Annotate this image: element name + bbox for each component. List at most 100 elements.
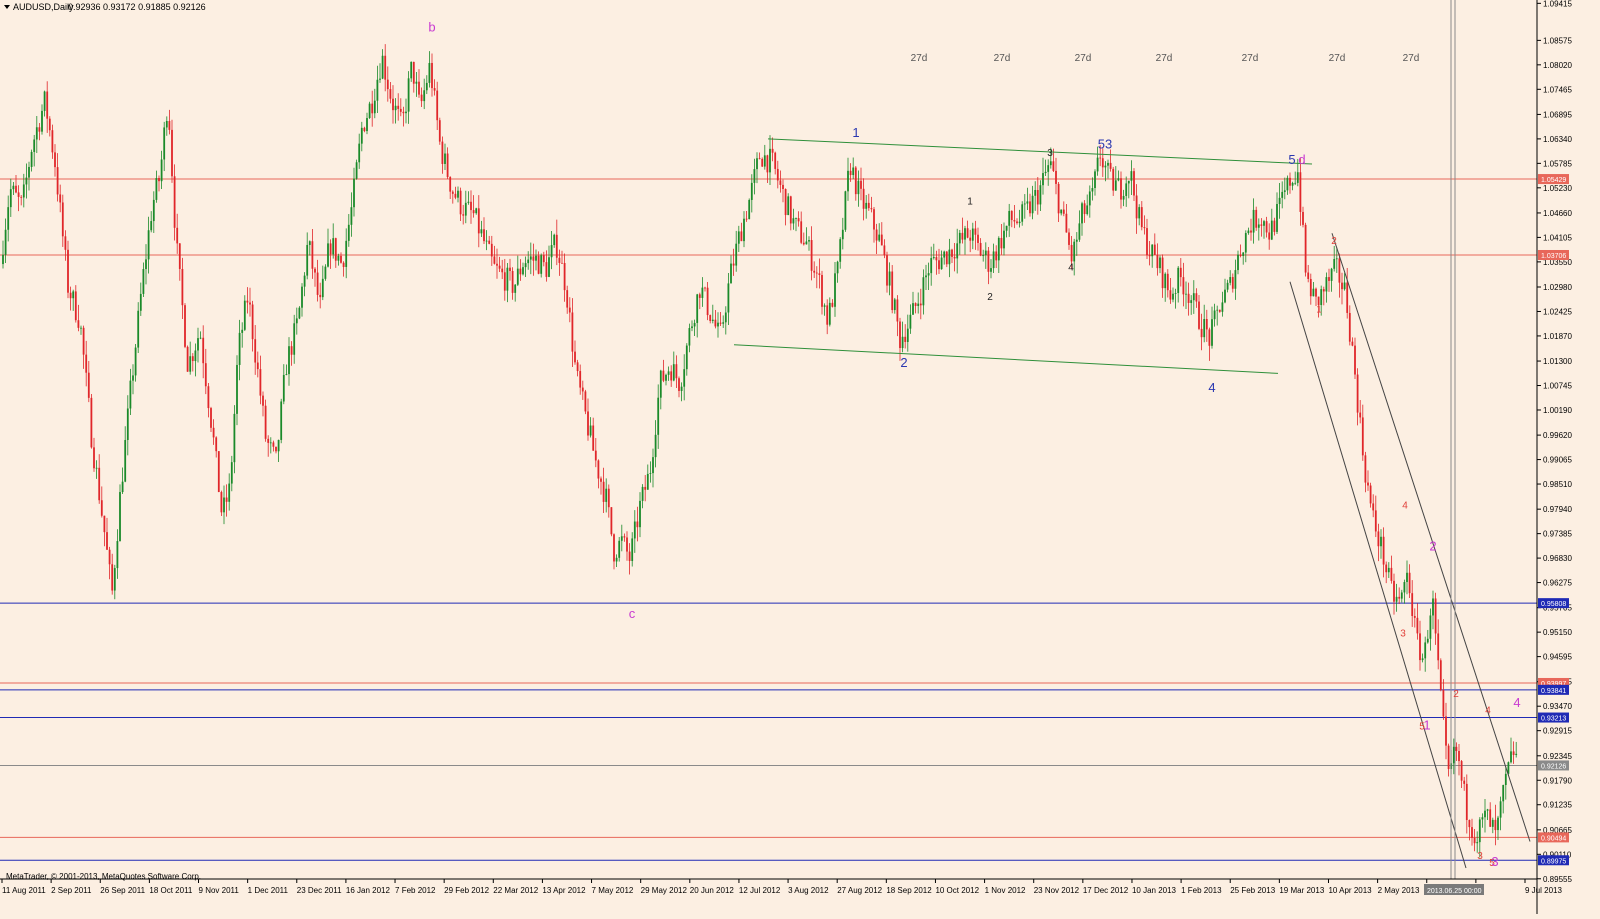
candle-bearish — [1468, 820, 1471, 828]
wave-label: 3 — [1477, 851, 1483, 862]
candle-bearish — [607, 488, 610, 508]
candle-bearish — [1341, 282, 1343, 290]
y-tick-label: 1.01300 — [1543, 357, 1572, 366]
candle-bullish — [288, 346, 290, 375]
candle-bearish — [644, 486, 647, 490]
candle-bearish — [719, 322, 722, 324]
candle-bullish — [735, 243, 738, 266]
x-tick-label: 29 May 2012 — [641, 886, 688, 895]
wave-label: 4 — [1513, 695, 1520, 710]
candle-bullish — [2, 254, 4, 265]
candle-bearish — [168, 121, 171, 130]
candle-bullish — [1049, 161, 1052, 166]
candle-bullish — [1252, 209, 1255, 233]
candle-bearish — [436, 90, 439, 121]
y-tick-label: 0.99065 — [1543, 456, 1572, 465]
candle-bullish — [376, 79, 379, 101]
candle-bearish — [802, 242, 805, 245]
candle-bullish — [366, 118, 368, 132]
candle-bearish — [987, 250, 990, 272]
candle-bearish — [782, 184, 784, 190]
candle-bullish — [121, 481, 124, 493]
candle-bearish — [1133, 171, 1135, 196]
candle-bearish — [420, 94, 423, 102]
candle-bearish — [262, 395, 264, 406]
candle-bullish — [35, 127, 38, 140]
wave-label: 3 — [1047, 148, 1053, 159]
x-tick-label: 7 Feb 2012 — [395, 886, 436, 895]
candle-bearish — [706, 287, 709, 316]
candle-bearish — [779, 180, 782, 185]
candle-bearish — [771, 148, 774, 153]
candle-bullish — [1224, 289, 1226, 303]
candle-bullish — [269, 442, 272, 444]
candle-bearish — [77, 320, 80, 328]
candle-bearish — [275, 446, 277, 452]
candle-bullish — [1343, 282, 1346, 290]
candle-bearish — [477, 208, 480, 234]
cycle-label: 27d — [1403, 53, 1420, 64]
candle-bearish — [1442, 690, 1445, 717]
candle-bullish — [467, 201, 470, 203]
candle-bearish — [384, 55, 387, 80]
candle-bearish — [610, 507, 613, 535]
x-tick-label: 9 Nov 2011 — [199, 886, 240, 895]
candle-bearish — [67, 249, 69, 293]
candle-bearish — [574, 351, 576, 363]
candle-bullish — [857, 180, 860, 195]
x-tick-label: 22 Mar 2012 — [493, 886, 538, 895]
wave-label: 3 — [1400, 629, 1406, 640]
candle-bullish — [301, 286, 303, 308]
candle-bearish — [85, 354, 88, 373]
candle-bullish — [997, 237, 1000, 261]
candle-bullish — [1499, 801, 1502, 818]
candle-bullish — [1034, 189, 1037, 196]
candle-bearish — [662, 370, 665, 381]
price-tag-label: 0.89975 — [1541, 858, 1566, 865]
candle-bullish — [1452, 746, 1455, 764]
candle-bearish — [176, 227, 179, 244]
candle-bullish — [724, 312, 727, 323]
wave-label: b — [428, 19, 435, 34]
candle-bearish — [246, 300, 249, 303]
wave-label: 2 — [900, 355, 907, 370]
candle-bullish — [1107, 162, 1109, 166]
candle-bullish — [1213, 310, 1216, 320]
x-tick-label: 25 Feb 2013 — [1230, 886, 1275, 895]
price-tag-label: 0.95808 — [1541, 601, 1566, 608]
candle-bullish — [282, 374, 285, 402]
candle-bullish — [1122, 195, 1125, 200]
candle-bullish — [930, 258, 933, 274]
candle-bearish — [1265, 221, 1268, 233]
candle-bearish — [1390, 567, 1393, 581]
candle-bearish — [181, 268, 184, 306]
candle-bullish — [1257, 224, 1260, 228]
candle-bullish — [306, 244, 309, 276]
y-tick-label: 1.07465 — [1543, 85, 1572, 94]
candle-bullish — [160, 159, 163, 182]
candle-bullish — [688, 328, 691, 346]
candle-bearish — [670, 371, 673, 381]
candle-bearish — [212, 427, 215, 438]
wave-label: 1 — [852, 125, 859, 140]
candle-bearish — [849, 170, 852, 176]
candle-bullish — [828, 302, 831, 325]
candle-bullish — [1104, 165, 1107, 168]
y-tick-label: 1.04105 — [1543, 233, 1572, 242]
candle-bearish — [511, 270, 514, 293]
candle-bullish — [680, 386, 683, 391]
candle-bullish — [139, 293, 142, 311]
price-tag-label: 1.03706 — [1541, 253, 1566, 260]
candle-bearish — [496, 263, 498, 266]
y-tick-label: 0.96830 — [1543, 554, 1572, 563]
price-chart[interactable]: 27d 27d 27d 27d 27d 27d 27d b c 1 2 53 4 5 d 1 2 3 4 2 1 4 3 5 1… — [0, 0, 1600, 914]
candle-bullish — [293, 323, 296, 355]
candle-bearish — [1372, 503, 1375, 511]
candle-bearish — [800, 221, 803, 243]
candle-bullish — [1263, 221, 1265, 226]
chart-canvas[interactable]: 27d 27d 27d 27d 27d 27d 27dbc125345 d1234214351… — [0, 0, 1600, 914]
candle-bearish — [38, 127, 41, 132]
x-tick-label: 1 Dec 2011 — [248, 886, 289, 895]
candle-bearish — [51, 130, 54, 153]
candle-bearish — [1179, 267, 1182, 278]
